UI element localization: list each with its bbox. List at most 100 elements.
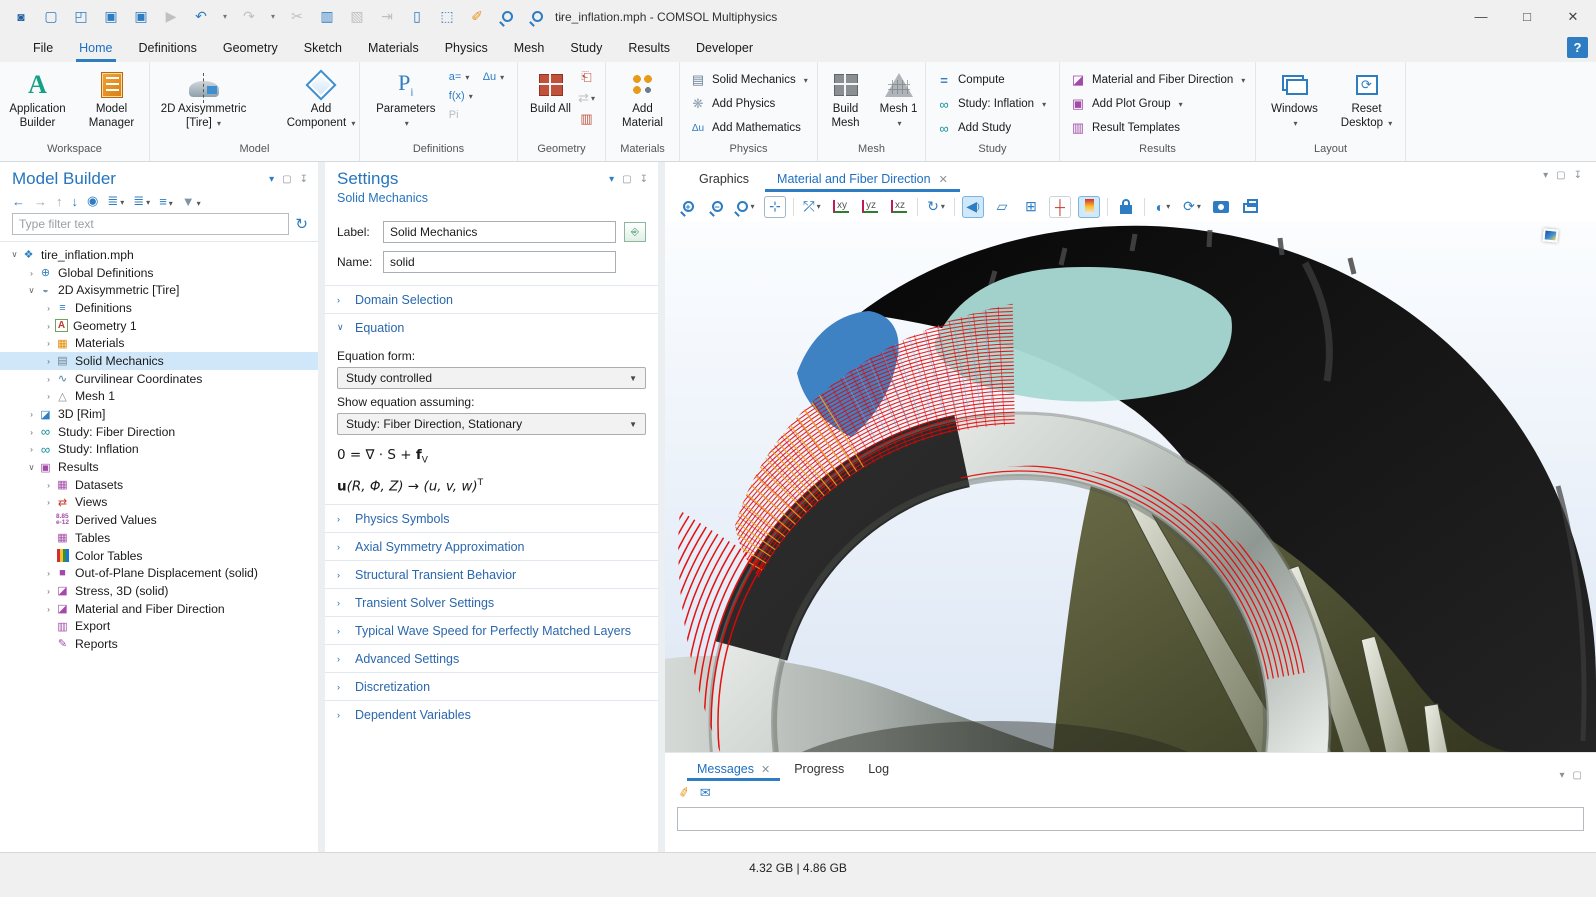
expand-all-icon[interactable]: ≣▾ <box>107 193 124 209</box>
new-file-icon[interactable]: ▢ <box>38 6 64 28</box>
insert-sequence-icon[interactable]: ⇄▾ <box>579 90 595 106</box>
section-dependent-variables[interactable]: ›Dependent Variables <box>325 700 658 728</box>
name-field-input[interactable] <box>383 251 616 273</box>
section-physics-symbols[interactable]: ›Physics Symbols <box>325 504 658 532</box>
maximize-button[interactable]: □ <box>1504 0 1550 33</box>
section-structural-transient-behavior[interactable]: ›Structural Transient Behavior <box>325 560 658 588</box>
float-panel-icon[interactable]: ▢ <box>622 174 631 185</box>
rotate-view-button[interactable]: ↻▾ <box>925 196 947 218</box>
tree-item-views[interactable]: ›⇄Views <box>0 494 318 512</box>
zoom-extents-button[interactable]: ⊹ <box>764 196 786 218</box>
panel-menu-icon[interactable]: ▾ <box>269 174 274 185</box>
add-study-button[interactable]: ∞Add Study <box>936 116 1011 140</box>
tree-item-study-inflation[interactable]: ›∞Study: Inflation <box>0 441 318 459</box>
run-icon[interactable]: ▶ <box>158 6 184 28</box>
zoom-in-button[interactable]: + <box>677 196 699 218</box>
label-field-input[interactable] <box>383 221 616 243</box>
minimize-button[interactable]: — <box>1458 0 1504 33</box>
save-as-icon[interactable]: ▣ <box>128 6 154 28</box>
tree-item-3d-rim[interactable]: ›◪3D [Rim] <box>0 405 318 423</box>
compute-button[interactable]: =Compute <box>936 68 1005 92</box>
tab-log[interactable]: Log <box>856 762 901 781</box>
section-discretization[interactable]: ›Discretization <box>325 672 658 700</box>
filter-icon[interactable]: ▼▾ <box>182 194 201 209</box>
view-orientation-button[interactable]: ⤱▾ <box>801 196 823 218</box>
graphics-viewport[interactable] <box>665 221 1596 752</box>
import-geometry-icon[interactable]: ⎗ <box>579 69 595 85</box>
panel-menu-icon[interactable]: ▾ <box>609 174 614 185</box>
view-xz-button[interactable]: xz <box>888 196 910 218</box>
show-hide-icon[interactable]: ◉ <box>87 193 98 209</box>
menu-study[interactable]: Study <box>557 33 615 62</box>
section-equation[interactable]: ∨Equation <box>325 313 658 341</box>
section-axial-symmetry-approximation[interactable]: ›Axial Symmetry Approximation <box>325 532 658 560</box>
move-up-icon[interactable]: ↑ <box>56 194 63 209</box>
menu-geometry[interactable]: Geometry <box>210 33 291 62</box>
menu-results[interactable]: Results <box>615 33 683 62</box>
float-panel-icon[interactable]: ▢ <box>1556 170 1565 181</box>
cut-icon[interactable]: ✂ <box>284 6 310 28</box>
pin-panel-icon[interactable]: ↧ <box>300 174 308 185</box>
tree-item-reports[interactable]: ✎Reports <box>0 635 318 653</box>
tree-item-materials[interactable]: ›▦Materials <box>0 334 318 352</box>
functions-button[interactable]: f(x)▾ <box>449 90 473 102</box>
nonlocal-couplings-button[interactable]: Δu▾ <box>483 71 504 83</box>
pin-panel-icon[interactable]: ↧ <box>1574 170 1582 181</box>
view-xy-button[interactable]: xy <box>830 196 852 218</box>
rename-id-button[interactable]: ⎆ <box>624 222 646 242</box>
lock-view-button[interactable] <box>1115 196 1137 218</box>
tree-item-stress-3d[interactable]: ›◪Stress, 3D (solid) <box>0 582 318 600</box>
menu-developer[interactable]: Developer <box>683 33 766 62</box>
menu-materials[interactable]: Materials <box>355 33 432 62</box>
save-icon[interactable]: ▣ <box>98 6 124 28</box>
float-panel-icon[interactable]: ▢ <box>1573 770 1582 781</box>
float-panel-icon[interactable]: ▢ <box>282 174 291 185</box>
redo-caret-icon[interactable]: ▾ <box>266 6 280 28</box>
tree-item-geometry-1[interactable]: ›AGeometry 1 <box>0 317 318 335</box>
tree-item-color-tables[interactable]: Color Tables <box>0 547 318 565</box>
find-icon[interactable] <box>494 6 520 28</box>
panel-menu-icon[interactable]: ▾ <box>1543 170 1548 181</box>
solid-mechanics-ribbon-button[interactable]: ▤Solid Mechanics▾ <box>690 68 808 92</box>
menu-file[interactable]: File <box>20 33 66 62</box>
windows-button[interactable]: Windows▾ <box>1266 65 1324 143</box>
tree-item-tables[interactable]: ▦Tables <box>0 529 318 547</box>
mesh-1-button[interactable]: Mesh 1 ▾ <box>877 65 921 143</box>
axes-toggle[interactable]: ┼ <box>1049 196 1071 218</box>
tree-item-results[interactable]: ∨▣Results <box>0 458 318 476</box>
zoom-out-button[interactable]: − <box>706 196 728 218</box>
messages-output-box[interactable] <box>677 807 1584 831</box>
tree-item-mesh-1[interactable]: ›△Mesh 1 <box>0 388 318 406</box>
print-button[interactable] <box>1239 196 1261 218</box>
back-icon[interactable]: ← <box>12 194 25 209</box>
environment-reflections-button[interactable]: ⟳▾ <box>1181 196 1203 218</box>
menu-home[interactable]: Home <box>66 33 125 62</box>
scene-light-button[interactable]: ◐▾ <box>1152 196 1174 218</box>
section-domain-selection[interactable]: ›Domain Selection <box>325 285 658 313</box>
add-physics-button[interactable]: ❋Add Physics <box>690 92 775 116</box>
menu-sketch[interactable]: Sketch <box>291 33 355 62</box>
section-typical-wave-speed[interactable]: ›Typical Wave Speed for Perfectly Matche… <box>325 616 658 644</box>
partition-icon[interactable]: ▥ <box>579 111 595 127</box>
menu-physics[interactable]: Physics <box>432 33 501 62</box>
delete-icon[interactable]: ▯ <box>404 6 430 28</box>
tree-item-datasets[interactable]: ›▦Datasets <box>0 476 318 494</box>
select-box-icon[interactable]: ⬚ <box>434 6 460 28</box>
grid-toggle[interactable]: ⊞ <box>1020 196 1042 218</box>
section-transient-solver-settings[interactable]: ›Transient Solver Settings <box>325 588 658 616</box>
message-options-icon[interactable]: ✉ <box>700 785 711 801</box>
menu-definitions[interactable]: Definitions <box>126 33 210 62</box>
forward-icon[interactable]: → <box>34 194 47 209</box>
tree-item-study-fiber-direction[interactable]: ›∞Study: Fiber Direction <box>0 423 318 441</box>
equation-form-dropdown[interactable]: Study controlled▼ <box>337 367 646 389</box>
tree-item-curvilinear-coordinates[interactable]: ›∿Curvilinear Coordinates <box>0 370 318 388</box>
add-component-button[interactable]: Add Component ▾ <box>283 65 359 143</box>
close-tab-icon[interactable]: ✕ <box>761 763 770 776</box>
zoom-box-button[interactable]: ▾ <box>735 196 757 218</box>
tree-filter-input[interactable] <box>12 213 289 235</box>
copy-icon[interactable]: ▥ <box>314 6 340 28</box>
view-yz-button[interactable]: yz <box>859 196 881 218</box>
tree-item-2d-axisymmetric[interactable]: ∨◒2D Axisymmetric [Tire] <box>0 281 318 299</box>
tab-messages[interactable]: Messages✕ <box>685 762 782 781</box>
tree-item-root[interactable]: ∨❖tire_inflation.mph <box>0 246 318 264</box>
